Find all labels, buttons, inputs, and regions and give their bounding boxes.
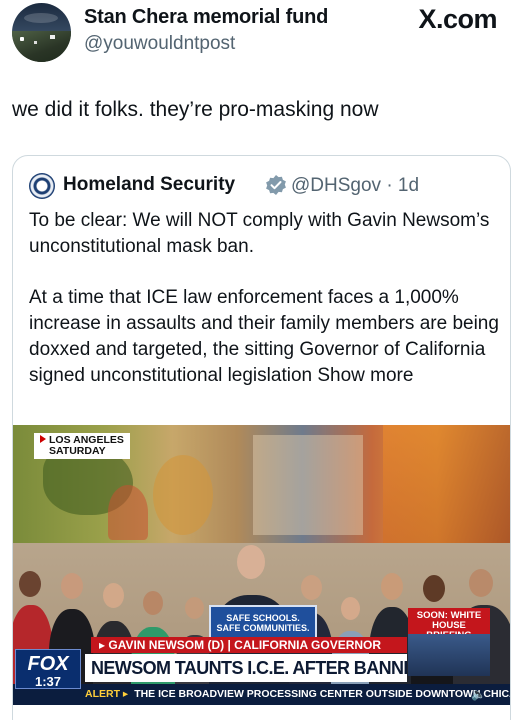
lower-third-name: ▸ GAVIN NEWSOM (D) | CALIFORNIA GOVERNOR [91,637,407,653]
tweet-text: we did it folks. they’re pro-masking now [12,98,379,121]
alert-label: ALERT ▸ [85,688,129,700]
avatar[interactable] [12,3,71,62]
speaker-icon[interactable]: 🔈 [471,687,486,701]
location-tag: LOS ANGELES SATURDAY [34,433,130,459]
dhs-seal-avatar[interactable] [29,173,55,199]
quoted-post[interactable]: Homeland Security @DHSgov · 1d To be cle… [12,155,511,720]
user-handle[interactable]: @youwouldntpost [84,33,235,55]
quoted-post-body: To be clear: We will NOT comply with Gav… [29,208,504,414]
location-line-2: SATURDAY [49,445,106,457]
quoted-handle-time[interactable]: @DHSgov · 1d [291,175,419,197]
podium-line-1: SAFE SCHOOLS. [226,613,300,623]
video-thumbnail[interactable]: SAFE SCHOOLS. SAFE COMMUNITIES. LOS ANGE… [13,425,511,705]
video-time: 1:37 [34,674,62,689]
quoted-paragraph-1: To be clear: We will NOT comply with Gav… [29,210,490,257]
quoted-display-name[interactable]: Homeland Security [63,174,235,196]
post-header: Stan Chera memorial fund @youwouldntpost… [0,0,523,80]
play-triangle-icon [40,435,46,443]
alert-text: THE ICE BROADVIEW PROCESSING CENTER OUTS… [134,688,511,700]
alert-ticker: ALERT ▸ THE ICE BROADVIEW PROCESSING CENT… [85,687,511,701]
display-name[interactable]: Stan Chera memorial fund [84,6,328,29]
podium-line-2: SAFE COMMUNITIES. [216,623,310,633]
verified-badge-icon [266,175,286,195]
headline-chyron: NEWSOM TAUNTS I.C.E. AFTER BANNING FACE … [85,654,407,682]
quoted-post-header: Homeland Security @DHSgov · 1d [29,173,499,203]
quoted-paragraph-2: At a time that ICE law enforcement faces… [29,287,499,386]
soon-preview [408,634,490,676]
x-logo: X.com [418,4,497,34]
